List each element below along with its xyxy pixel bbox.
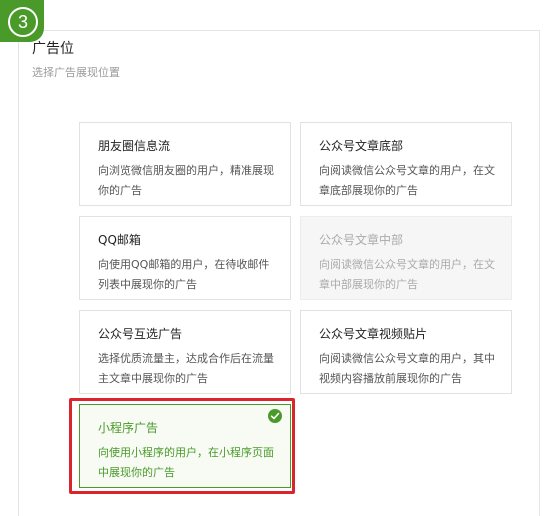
card-description: 向阅读微信公众号文章的用户，在文章中部展现你的广告 xyxy=(319,258,495,291)
ad-option-mutual-selection[interactable]: 公众号互选广告 选择优质流量主，达成合作后在流量主文章中展现你的广告 xyxy=(79,310,291,394)
card-description: 向阅读微信公众号文章的用户，在文章底部展现你的广告 xyxy=(319,164,495,197)
card-title: 公众号文章底部 xyxy=(319,139,404,153)
card-title: QQ邮箱 xyxy=(98,233,141,247)
card-description: 向阅读微信公众号文章的用户，其中视频内容播放前展现你的广告 xyxy=(319,352,495,385)
step-badge: 3 xyxy=(0,0,44,42)
ad-option-moments-feed[interactable]: 朋友圈信息流 向浏览微信朋友圈的用户，精准展现你的广告 xyxy=(79,122,291,206)
ad-option-qq-mail[interactable]: QQ邮箱 向使用QQ邮箱的用户，在待收邮件列表中展现你的广告 xyxy=(79,216,291,300)
selection-highlight-box xyxy=(69,398,295,494)
section-subtitle: 选择广告展现位置 xyxy=(32,66,120,79)
step-number: 3 xyxy=(8,7,38,37)
card-title: 朋友圈信息流 xyxy=(98,139,171,153)
card-description: 选择优质流量主，达成合作后在流量主文章中展现你的广告 xyxy=(98,352,274,385)
ad-option-article-middle: 公众号文章中部 向阅读微信公众号文章的用户，在文章中部展现你的广告 xyxy=(300,216,512,300)
card-description: 向使用QQ邮箱的用户，在待收邮件列表中展现你的广告 xyxy=(98,258,270,291)
card-description: 向浏览微信朋友圈的用户，精准展现你的广告 xyxy=(98,164,274,197)
card-title: 公众号文章视频贴片 xyxy=(319,327,428,341)
section-title: 广告位 xyxy=(32,41,74,57)
card-title: 公众号文章中部 xyxy=(319,233,404,247)
card-title: 公众号互选广告 xyxy=(98,327,183,341)
ad-option-article-bottom[interactable]: 公众号文章底部 向阅读微信公众号文章的用户，在文章底部展现你的广告 xyxy=(300,122,512,206)
ad-option-article-video-patch[interactable]: 公众号文章视频贴片 向阅读微信公众号文章的用户，其中视频内容播放前展现你的广告 xyxy=(300,310,512,394)
